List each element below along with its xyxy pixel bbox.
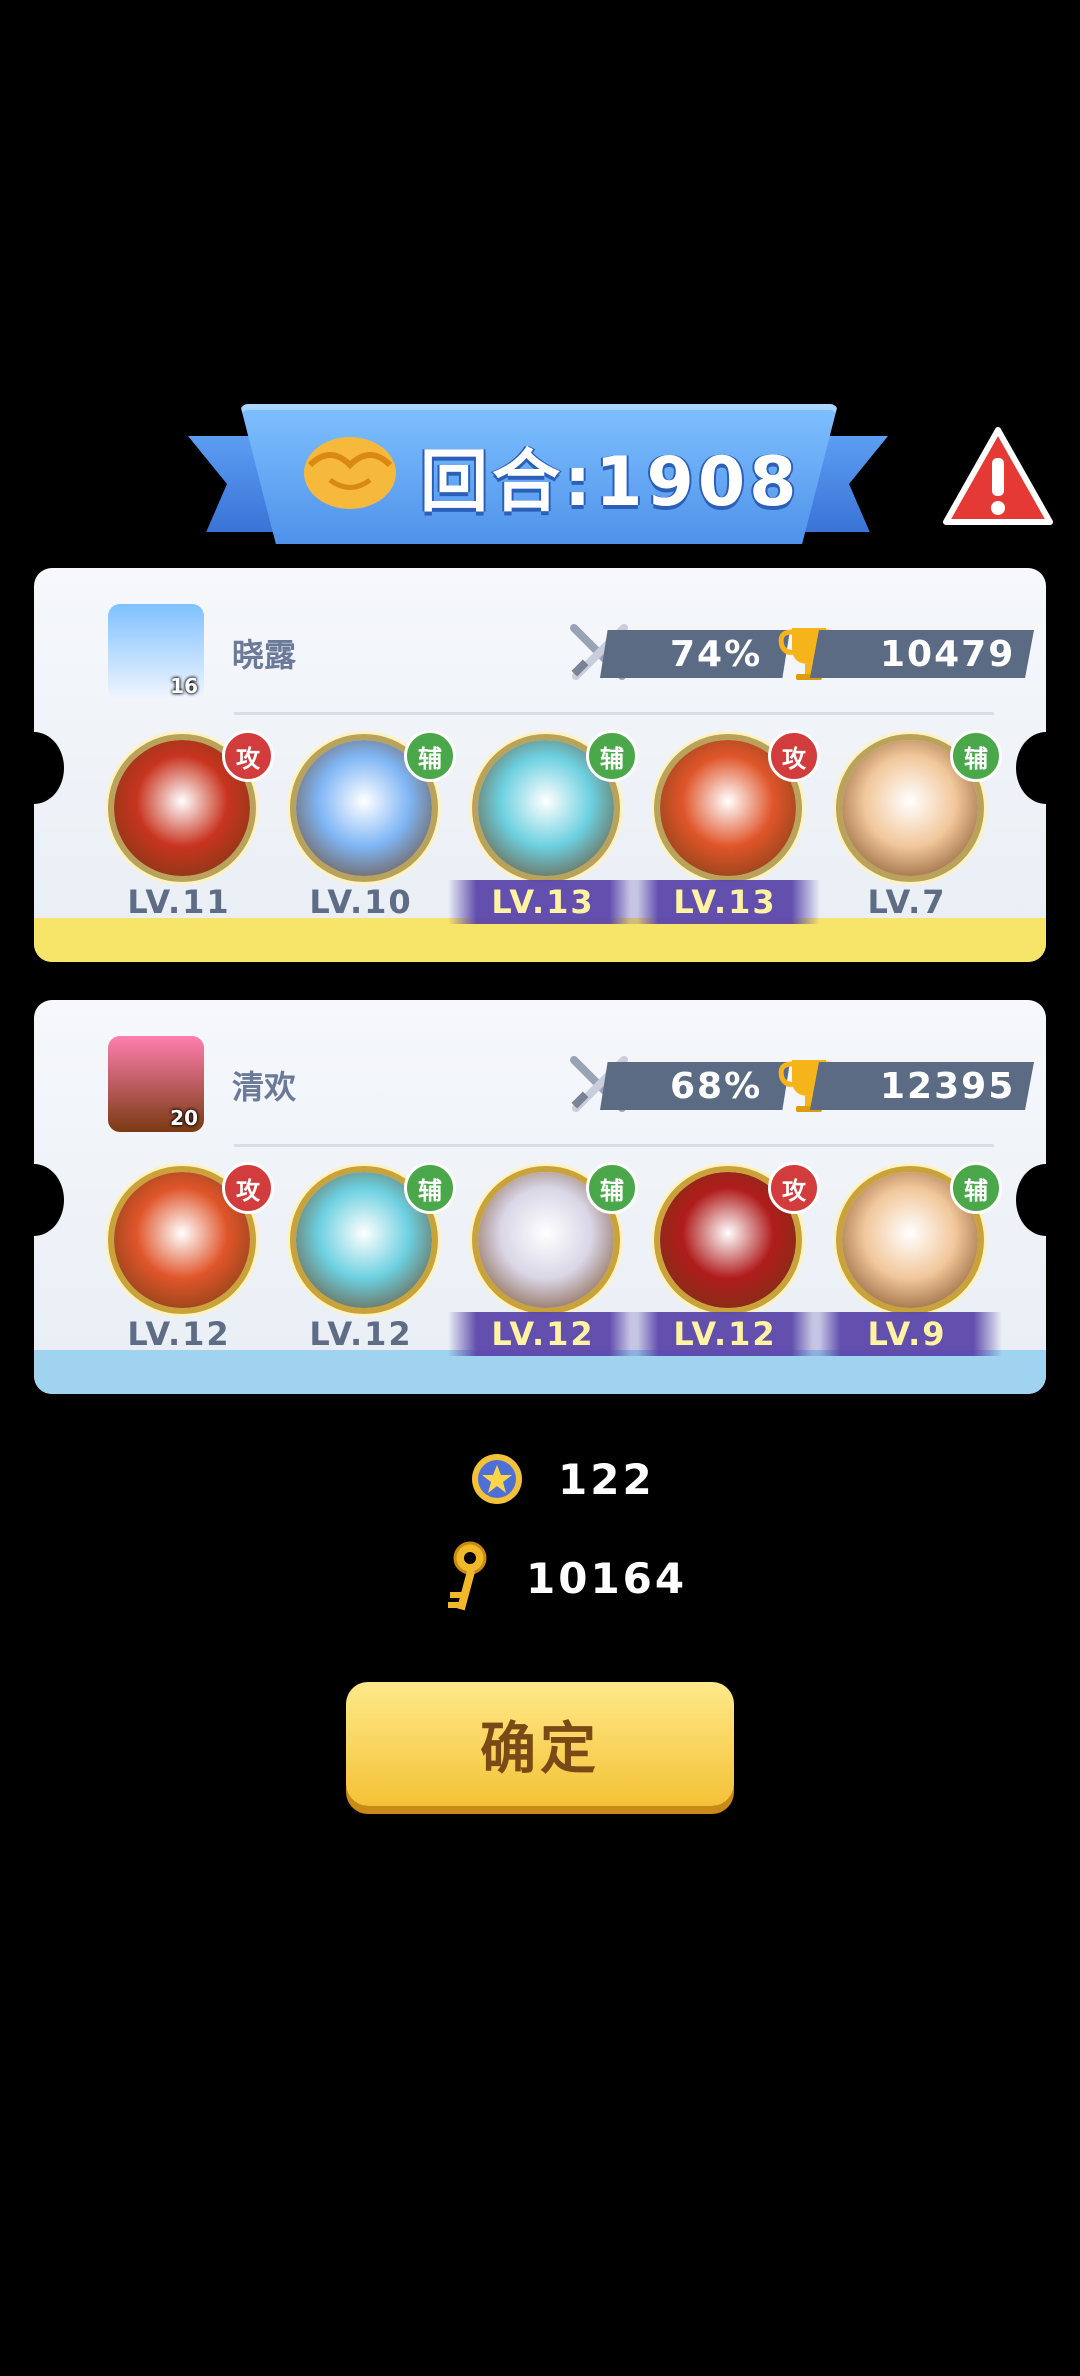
trophy-count: 12395: [810, 1062, 1034, 1110]
team-card-1: 16 晓露 74% 10479 攻 LV.11 辅 LV.10 辅 LV.13 攻 LV.13…: [34, 568, 1046, 962]
attack-badge: 攻: [768, 730, 820, 782]
support-badge: 辅: [586, 1162, 638, 1214]
hero-level: LV.10: [309, 883, 413, 921]
support-badge: 辅: [404, 1162, 456, 1214]
player-name: 清欢: [232, 1068, 297, 1106]
confirm-button[interactable]: 确定: [346, 1682, 734, 1806]
round-title: 回合:1908: [420, 442, 801, 522]
support-badge: 辅: [586, 730, 638, 782]
win-rate: 68%: [600, 1062, 790, 1110]
hero-slot[interactable]: 辅 LV.10: [286, 730, 456, 938]
hero-slot[interactable]: 辅 LV.13: [448, 730, 638, 938]
card-notch-left: [34, 732, 64, 804]
win-rate-value: 68%: [670, 1065, 763, 1107]
avatar[interactable]: 16: [108, 604, 204, 700]
hero-level: LV.7: [867, 883, 947, 921]
hero-level: LV.12: [630, 1312, 820, 1356]
trophy-count-value: 12395: [880, 1065, 1016, 1107]
hero-slot[interactable]: 攻 LV.12: [104, 1162, 274, 1370]
warning-icon[interactable]: [940, 424, 1056, 532]
attack-badge: 攻: [222, 1162, 274, 1214]
player-name: 晓露: [232, 636, 297, 674]
handshake-icon: [296, 420, 404, 520]
hero-level: LV.12: [127, 1315, 231, 1353]
reward-star-coin: 122: [470, 1452, 655, 1506]
support-badge: 辅: [950, 730, 1002, 782]
hero-level: LV.13: [630, 880, 820, 924]
card-divider: [234, 712, 994, 715]
hero-slot[interactable]: 攻 LV.11: [104, 730, 274, 938]
card-notch-right: [1016, 732, 1046, 804]
hero-slot[interactable]: 辅 LV.12: [448, 1162, 638, 1370]
hero-level: LV.11: [127, 883, 231, 921]
trophy-count-value: 10479: [880, 633, 1016, 675]
card-notch-right: [1016, 1164, 1046, 1236]
team-card-2: 20 清欢 68% 12395 攻 LV.12 辅 LV.12 辅 LV.12 攻 LV.12…: [34, 1000, 1046, 1394]
support-badge: 辅: [404, 730, 456, 782]
attack-badge: 攻: [768, 1162, 820, 1214]
hero-slot[interactable]: 攻 LV.12: [630, 1162, 820, 1370]
avatar-level: 20: [170, 1106, 198, 1130]
hero-level: LV.12: [448, 1312, 638, 1356]
reward-key: 10164: [440, 1540, 687, 1616]
avatar-level: 16: [170, 674, 198, 698]
hero-slot[interactable]: 辅 LV.7: [832, 730, 1002, 938]
hero-slot[interactable]: 辅 LV.12: [286, 1162, 456, 1370]
hero-slot[interactable]: 攻 LV.13: [630, 730, 820, 938]
star-coin-value: 122: [558, 1454, 655, 1504]
attack-badge: 攻: [222, 730, 274, 782]
card-notch-left: [34, 1164, 64, 1236]
hero-level: LV.9: [812, 1312, 1002, 1356]
key-value: 10164: [526, 1553, 688, 1603]
hero-slot[interactable]: 辅 LV.9: [812, 1162, 1002, 1370]
support-badge: 辅: [950, 1162, 1002, 1214]
card-divider: [234, 1144, 994, 1147]
hero-level: LV.12: [309, 1315, 413, 1353]
avatar[interactable]: 20: [108, 1036, 204, 1132]
trophy-count: 10479: [810, 630, 1034, 678]
star-coin-icon: [472, 1454, 522, 1504]
key-icon: [448, 1541, 487, 1611]
hero-level: LV.13: [448, 880, 638, 924]
win-rate-value: 74%: [670, 633, 763, 675]
win-rate: 74%: [600, 630, 790, 678]
